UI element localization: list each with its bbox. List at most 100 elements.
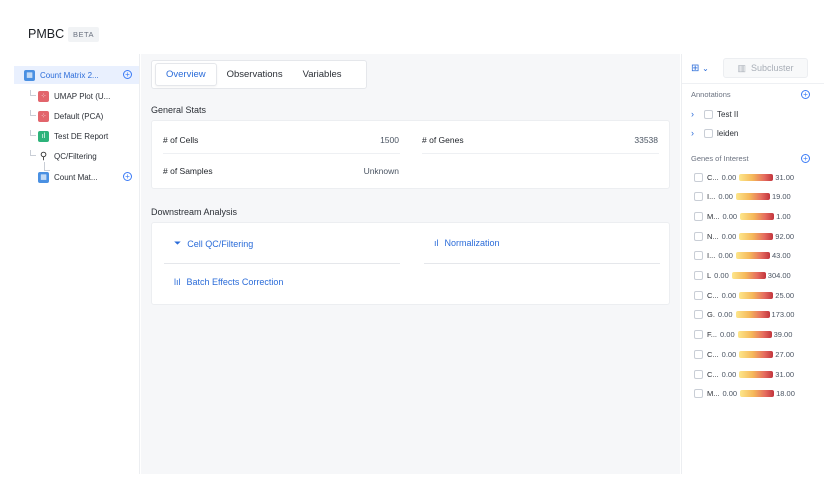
gene-checkbox[interactable]: [694, 192, 703, 202]
annotation-item[interactable]: › Test II: [691, 107, 738, 121]
tree-connector: [30, 130, 36, 136]
gene-checkbox[interactable]: [694, 330, 703, 340]
gene-row[interactable]: I... 0.00 43.00: [694, 249, 791, 263]
tree-connector: [30, 110, 36, 116]
chevron-right-icon[interactable]: ›: [691, 109, 704, 119]
gene-row[interactable]: C... 0.00 31.00: [694, 170, 794, 184]
gene-min-value: 0.00: [721, 172, 737, 182]
batch-effects-correction-link[interactable]: lıl Batch Effects Correction: [174, 277, 283, 287]
genes-label: # of Genes: [422, 135, 464, 145]
gene-checkbox[interactable]: [694, 251, 703, 261]
gene-expression-gradient-bar: [737, 331, 772, 339]
gene-expression-gradient-bar: [731, 272, 766, 279]
gene-max-value: 43.00: [771, 251, 791, 261]
gene-name: L: [707, 271, 712, 280]
gene-row[interactable]: C... 0.00 27.00: [694, 347, 794, 361]
gene-row[interactable]: N... 0.00 92.00: [694, 229, 794, 243]
tree-item-count-matrix[interactable]: ▦ Count Matrix 2...: [14, 66, 139, 84]
general-stats-title: General Stats: [151, 105, 207, 115]
samples-value: Unknown: [363, 166, 399, 176]
tree-item-count-matrix-child[interactable]: ▦ Count Mat...: [38, 168, 98, 186]
annotation-label: leiden: [717, 128, 739, 138]
gene-name: M...: [707, 211, 720, 221]
add-gene-icon[interactable]: +: [801, 154, 810, 163]
gene-row[interactable]: I... 0.00 19.00: [694, 190, 791, 204]
tab-observations[interactable]: Observations: [217, 64, 293, 85]
tree-item-label: UMAP Plot (U...: [54, 91, 111, 101]
tree-item-label: Count Matrix 2...: [40, 70, 99, 80]
tab-overview[interactable]: Overview: [155, 63, 217, 86]
gene-name: C...: [707, 349, 719, 359]
gene-min-value: 0.00: [721, 231, 737, 241]
annotation-item[interactable]: › leiden: [691, 126, 738, 140]
gene-name: N...: [707, 231, 719, 241]
gene-min-value: 0.00: [721, 349, 737, 359]
tab-variables[interactable]: Variables: [293, 64, 352, 85]
gene-checkbox[interactable]: [694, 290, 703, 300]
gene-expression-gradient-bar: [739, 350, 774, 358]
gene-checkbox[interactable]: [694, 349, 703, 359]
tab-bar: Overview Observations Variables: [151, 60, 367, 89]
gene-row[interactable]: G. 0.00 173.00: [694, 308, 794, 322]
add-dropdown-button[interactable]: ⊞ ⌄: [691, 63, 709, 74]
gene-checkbox[interactable]: [694, 369, 703, 379]
link-divider: [164, 263, 400, 264]
header: PMBC BETA: [0, 0, 824, 54]
add-child-icon[interactable]: +: [123, 70, 132, 79]
gene-max-value: 31.00: [775, 369, 795, 379]
add-annotation-icon[interactable]: +: [801, 90, 810, 99]
tree-item-default-pca[interactable]: ⁘ Default (PCA): [38, 107, 103, 125]
gene-name: C...: [707, 369, 719, 379]
stats-divider: [163, 153, 400, 154]
subcluster-label: Subcluster: [750, 63, 794, 73]
gene-checkbox[interactable]: [694, 211, 703, 221]
subcluster-button[interactable]: ▥ Subcluster: [723, 58, 808, 78]
gene-min-value: 0.00: [722, 389, 738, 399]
gene-min-value: 0.00: [714, 271, 729, 280]
tree-item-test-de-report[interactable]: ıl Test DE Report: [38, 127, 108, 145]
gene-row[interactable]: M... 0.00 1.00: [694, 209, 791, 223]
gene-checkbox[interactable]: [694, 310, 703, 320]
gene-row[interactable]: F... 0.00 39.00: [694, 328, 792, 342]
gene-max-value: 18.00: [776, 389, 795, 399]
genes-of-interest-title: Genes of Interest: [691, 154, 749, 163]
annotations-title: Annotations: [691, 90, 731, 99]
gene-min-value: 0.00: [722, 211, 738, 221]
gene-row[interactable]: L 0.00 304.00: [694, 269, 791, 283]
annotation-checkbox[interactable]: [704, 128, 713, 138]
cells-value: 1500: [380, 135, 399, 145]
chevron-right-icon[interactable]: ›: [691, 128, 704, 138]
annotation-checkbox[interactable]: [704, 109, 713, 119]
gene-checkbox[interactable]: [694, 172, 703, 182]
gene-expression-gradient-bar: [739, 232, 774, 240]
downstream-analysis-title: Downstream Analysis: [151, 207, 238, 217]
gene-max-value: 25.00: [775, 290, 795, 300]
gene-expression-gradient-bar: [739, 291, 774, 299]
tree-item-umap-plot[interactable]: ⁘ UMAP Plot (U...: [38, 87, 110, 105]
gene-row[interactable]: C... 0.00 25.00: [694, 288, 794, 302]
gene-name: G.: [707, 310, 715, 320]
tree-connector: [30, 150, 36, 156]
cell-qc-filtering-label: Cell QC/Filtering: [187, 238, 254, 249]
gene-checkbox[interactable]: [694, 231, 703, 241]
gene-row[interactable]: C... 0.00 31.00: [694, 367, 794, 381]
gene-name: I...: [707, 251, 716, 261]
normalization-link[interactable]: ıl Normalization: [434, 238, 500, 248]
cell-qc-filtering-link[interactable]: ⏷ Cell QC/Filtering: [174, 238, 253, 249]
matrix-icon: ▦: [24, 69, 35, 81]
samples-label: # of Samples: [163, 166, 213, 176]
gene-checkbox[interactable]: [694, 271, 703, 280]
scatter-plot-icon: ⁘: [38, 90, 49, 102]
gene-max-value: 92.00: [775, 231, 795, 241]
gene-expression-gradient-bar: [735, 311, 770, 319]
add-child-icon[interactable]: +: [123, 172, 132, 181]
gene-max-value: 304.00: [767, 271, 791, 280]
gene-min-value: 0.00: [721, 290, 737, 300]
gene-checkbox[interactable]: [694, 389, 703, 399]
panel-divider: [682, 83, 824, 84]
bar-chart-icon: lıl: [174, 277, 181, 287]
right-panel: ⊞ ⌄ ▥ Subcluster Annotations + › Test II…: [681, 54, 824, 474]
gene-expression-gradient-bar: [735, 252, 770, 260]
gene-row[interactable]: M... 0.00 18.00: [694, 387, 795, 401]
bar-chart-icon: ıl: [434, 238, 439, 248]
